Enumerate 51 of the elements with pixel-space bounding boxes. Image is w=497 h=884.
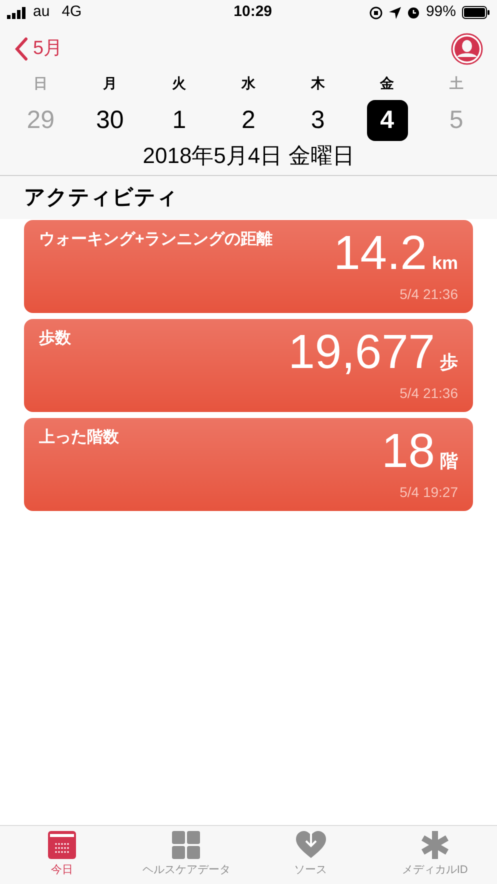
alarm-clock-icon	[406, 6, 420, 19]
card-title: ウォーキング+ランニングの距離	[39, 230, 274, 250]
back-button[interactable]: 5月	[14, 34, 63, 64]
day-button[interactable]: 5	[436, 100, 477, 141]
metric-value: 14.2	[334, 228, 427, 280]
carrier-text: au	[33, 2, 50, 22]
activity-card[interactable]: 歩数 19,677 歩 5/4 21:36	[24, 319, 473, 412]
day-button[interactable]: 29	[20, 100, 62, 141]
tab-bar-item[interactable]: ヘルスケアデータ	[124, 826, 248, 884]
day-button[interactable]: 1	[158, 100, 200, 141]
day-button[interactable]: 3	[297, 100, 338, 141]
unit-label: 階	[440, 450, 458, 473]
tab-bar-item[interactable]: 今日	[0, 826, 124, 884]
weekday-label: 月	[102, 74, 117, 93]
day-button[interactable]: 30	[89, 100, 130, 141]
day-button[interactable]: 2	[228, 100, 269, 141]
profile-avatar-icon[interactable]	[451, 33, 483, 65]
timestamp: 5/4 21:36	[400, 384, 458, 403]
activity-card[interactable]: 上った階数 18 階 5/4 19:27	[24, 418, 473, 511]
weekday-label: 木	[310, 74, 325, 93]
activity-card[interactable]: ウォーキング+ランニングの距離 14.2 km 5/4 21:36	[24, 220, 473, 313]
timestamp: 5/4 21:36	[400, 285, 458, 304]
weekday-label: 金	[380, 74, 394, 93]
rotation-lock-icon	[368, 6, 383, 20]
grid-icon	[172, 831, 200, 860]
date-title: 2018年5月4日 金曜日	[142, 142, 356, 170]
card-title: 歩数	[39, 328, 72, 349]
tab-bar-item[interactable]: メディカルID	[372, 826, 497, 884]
calendar-icon	[48, 831, 76, 860]
unit-label: km	[432, 252, 458, 275]
day-button[interactable]: 4	[366, 100, 408, 141]
weekday-label: 土	[449, 74, 464, 93]
signal-icon	[7, 6, 27, 18]
timestamp: 5/4 19:27	[400, 483, 458, 502]
weekday-label: 水	[241, 74, 256, 93]
heart-download-icon	[296, 831, 326, 860]
weekday-label: 日	[34, 74, 48, 93]
tab-bar-item[interactable]: ソース	[248, 826, 373, 884]
clock-text: 10:29	[234, 2, 272, 22]
card-title: 上った階数	[39, 428, 120, 448]
network-text: 4G	[62, 2, 82, 22]
unit-label: 歩	[440, 351, 458, 374]
section-title: アクティビティ	[24, 184, 178, 211]
asterisk-icon	[420, 831, 449, 860]
weekday-label: 火	[172, 74, 186, 93]
metric-value: 19,677	[288, 327, 435, 379]
battery-icon	[462, 6, 490, 19]
battery-percent-text: 99%	[426, 2, 456, 22]
chevron-left-icon	[14, 37, 28, 61]
location-arrow-icon	[388, 6, 401, 18]
metric-value: 18	[382, 426, 435, 478]
